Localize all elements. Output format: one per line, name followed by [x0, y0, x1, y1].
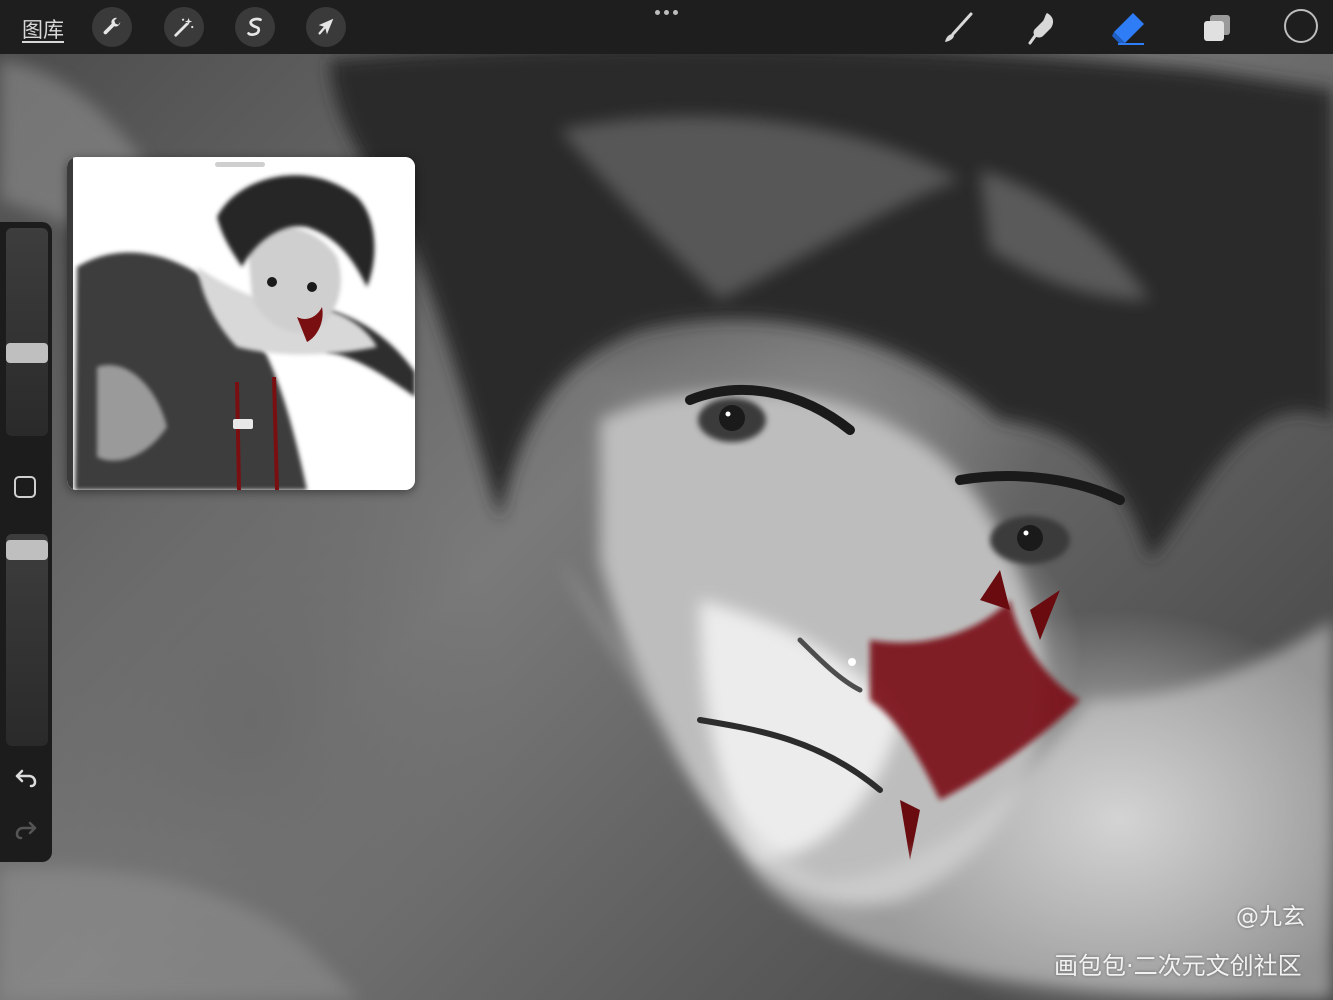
opacity-slider-thumb[interactable] [6, 540, 48, 560]
selection-s-icon [247, 17, 262, 36]
brush-icon [945, 12, 973, 42]
canvas-artwork [0, 46, 1333, 1000]
redo-icon [15, 821, 37, 840]
drawing-canvas[interactable] [0, 0, 1333, 1000]
layers-button[interactable] [1198, 9, 1236, 47]
layers-icon [1204, 15, 1230, 41]
reference-window[interactable] [67, 157, 415, 490]
square-modify-icon[interactable] [14, 476, 36, 498]
actions-button[interactable] [92, 7, 132, 47]
top-toolbar: 图库 [0, 0, 1333, 54]
left-sidebar [0, 222, 52, 862]
undo-icon [15, 769, 37, 788]
brush-button[interactable] [938, 9, 976, 47]
smudge-icon [1028, 13, 1054, 45]
more-dots-icon[interactable] [646, 4, 686, 20]
eraser-icon [1112, 13, 1144, 45]
brush-size-slider[interactable] [6, 228, 48, 436]
opacity-slider[interactable] [6, 534, 48, 746]
brush-size-slider-thumb[interactable] [6, 343, 48, 364]
wrench-icon [103, 17, 121, 35]
reference-image [67, 157, 415, 490]
smudge-button[interactable] [1024, 9, 1062, 47]
watermark-site: 画包包·二次元文创社区 [1054, 952, 1302, 980]
gallery-button[interactable]: 图库 [22, 14, 64, 44]
magic-wand-icon [174, 17, 194, 37]
transform-button[interactable] [306, 7, 346, 47]
selection-button[interactable] [235, 7, 275, 47]
arrow-cursor-icon [318, 18, 334, 35]
color-picker-button[interactable] [1284, 9, 1318, 43]
adjustments-button[interactable] [164, 7, 204, 47]
drag-handle-icon[interactable] [215, 162, 265, 167]
redo-button[interactable] [12, 816, 40, 844]
eraser-button[interactable] [1110, 9, 1148, 47]
undo-button[interactable] [12, 764, 40, 792]
watermark-user: @九玄 [1236, 904, 1305, 930]
